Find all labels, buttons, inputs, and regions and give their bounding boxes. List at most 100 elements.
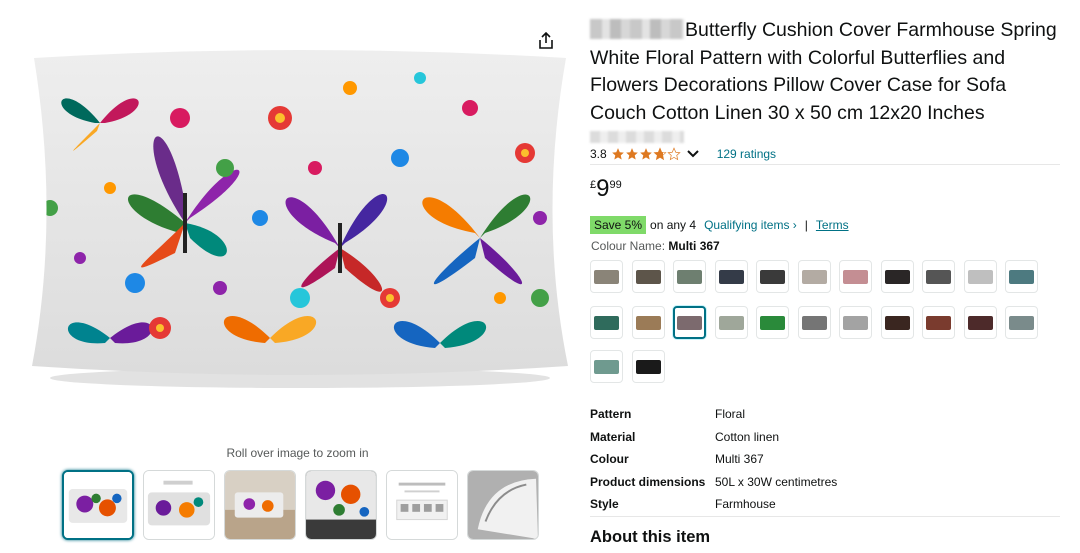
colour-swatch[interactable] xyxy=(880,306,914,339)
colour-swatch[interactable] xyxy=(797,306,831,339)
spec-row-dimensions: Product dimensions 50L x 30W centimetres xyxy=(590,471,837,494)
spec-key: Pattern xyxy=(590,407,632,422)
colour-swatch[interactable] xyxy=(839,306,872,339)
swatch-preview xyxy=(801,315,827,330)
swatch-preview xyxy=(926,269,951,284)
save-badge: Save 5% xyxy=(590,216,647,234)
swatch-preview xyxy=(677,269,702,284)
swatch-preview xyxy=(926,315,951,330)
spec-row-style: Style Farmhouse xyxy=(590,493,837,516)
spec-value: Cotton linen xyxy=(715,429,780,444)
store-link-redacted[interactable] xyxy=(590,131,684,143)
swatch-preview xyxy=(594,359,619,374)
spec-key: Material xyxy=(590,429,636,444)
thumbnail-5[interactable] xyxy=(386,470,458,540)
swatch-preview xyxy=(594,315,619,330)
spec-key: Colour xyxy=(590,452,629,467)
colour-swatch[interactable] xyxy=(673,260,706,293)
product-title: Butterfly Cushion Cover Farmhouse Spring… xyxy=(590,19,1057,124)
thumbnail-2[interactable] xyxy=(143,470,215,540)
qualifying-items-link[interactable]: Qualifying items › xyxy=(704,218,797,232)
product-specs-table: Pattern Floral Material Cotton linen Col… xyxy=(590,403,837,516)
swatch-preview xyxy=(967,269,993,284)
spec-value: Farmhouse xyxy=(715,497,776,512)
price-fraction: 99 xyxy=(609,179,622,191)
star-icon xyxy=(625,148,638,160)
spec-row-material: Material Cotton linen xyxy=(590,426,837,449)
spec-value: 50L x 30W centimetres xyxy=(715,474,838,489)
colour-swatch[interactable] xyxy=(797,260,831,293)
colour-swatch[interactable] xyxy=(631,306,665,339)
thumbnail-3[interactable] xyxy=(224,470,296,540)
colour-swatch[interactable] xyxy=(963,260,997,293)
colour-swatch[interactable] xyxy=(590,306,623,339)
swatch-preview xyxy=(843,269,868,284)
colour-swatch[interactable] xyxy=(756,306,789,339)
colour-swatch[interactable] xyxy=(880,260,914,293)
chevron-down-icon[interactable] xyxy=(686,149,699,159)
colour-label: Colour Name: xyxy=(591,239,666,253)
swatch-preview xyxy=(718,315,744,330)
colour-swatch[interactable] xyxy=(1005,260,1038,293)
colour-swatch[interactable] xyxy=(963,306,997,339)
swatch-preview xyxy=(1009,269,1034,284)
terms-link[interactable]: Terms xyxy=(816,218,849,232)
spec-row-pattern: Pattern Floral xyxy=(590,403,837,426)
colour-swatch[interactable] xyxy=(756,260,789,293)
promo-text: on any 4 xyxy=(650,218,697,232)
colour-swatch[interactable] xyxy=(714,306,748,339)
rating-stars[interactable] xyxy=(611,147,681,161)
swatch-preview xyxy=(635,269,661,284)
colour-swatch[interactable] xyxy=(631,350,665,383)
swatch-preview xyxy=(718,269,744,284)
swatch-preview xyxy=(594,269,619,284)
colour-name-label: Colour Name: Multi 367 xyxy=(591,239,720,253)
spec-key: Style xyxy=(590,497,619,512)
rating-value: 3.8 xyxy=(590,147,607,161)
brand-name-redacted[interactable] xyxy=(590,19,684,39)
rating-row: 3.8 129 ratings xyxy=(590,146,776,162)
swatch-preview xyxy=(884,269,910,284)
colour-swatch[interactable] xyxy=(922,306,955,339)
swatch-preview xyxy=(760,315,785,330)
swatch-preview xyxy=(635,315,661,330)
colour-swatch[interactable] xyxy=(590,350,623,383)
swatch-preview xyxy=(677,315,702,330)
colour-swatch[interactable] xyxy=(922,260,955,293)
star-icon xyxy=(639,148,652,160)
star-icon xyxy=(611,148,624,160)
about-this-item-heading: About this item xyxy=(590,528,711,546)
swatch-preview xyxy=(843,315,868,330)
colour-swatch[interactable] xyxy=(714,260,748,293)
swatch-preview xyxy=(884,315,910,330)
selected-colour-value: Multi 367 xyxy=(668,239,720,253)
spec-row-colour: Colour Multi 367 xyxy=(590,448,837,471)
zoom-hint: Roll over image to zoom in xyxy=(226,446,369,460)
thumbnail-1[interactable] xyxy=(62,470,134,540)
thumbnail-4[interactable] xyxy=(305,470,377,540)
colour-swatch[interactable] xyxy=(839,260,872,293)
swatch-preview xyxy=(760,269,785,284)
share-icon[interactable] xyxy=(536,31,556,51)
colour-swatch[interactable] xyxy=(1005,306,1038,339)
thumbnail-strip xyxy=(62,470,539,540)
swatch-preview xyxy=(635,359,661,374)
star-half-icon xyxy=(653,147,667,161)
star-empty-icon xyxy=(667,147,681,161)
swatch-preview xyxy=(967,315,993,330)
thumbnail-6[interactable] xyxy=(467,470,539,540)
price: £ 9 99 xyxy=(590,177,622,201)
spec-value: Floral xyxy=(715,407,746,422)
main-product-image[interactable] xyxy=(20,48,580,398)
promotion-row: Save 5% on any 4 Qualifying items › | Te… xyxy=(590,216,849,234)
swatch-preview xyxy=(1009,315,1034,330)
colour-swatch[interactable] xyxy=(673,306,706,339)
ratings-count-link[interactable]: 129 ratings xyxy=(717,147,776,161)
price-whole: 9 xyxy=(596,175,610,202)
promo-separator: | xyxy=(804,218,808,232)
colour-swatch[interactable] xyxy=(590,260,623,293)
divider xyxy=(590,164,1060,165)
swatch-preview xyxy=(801,269,827,284)
divider xyxy=(590,516,1060,517)
colour-swatch[interactable] xyxy=(631,260,665,293)
